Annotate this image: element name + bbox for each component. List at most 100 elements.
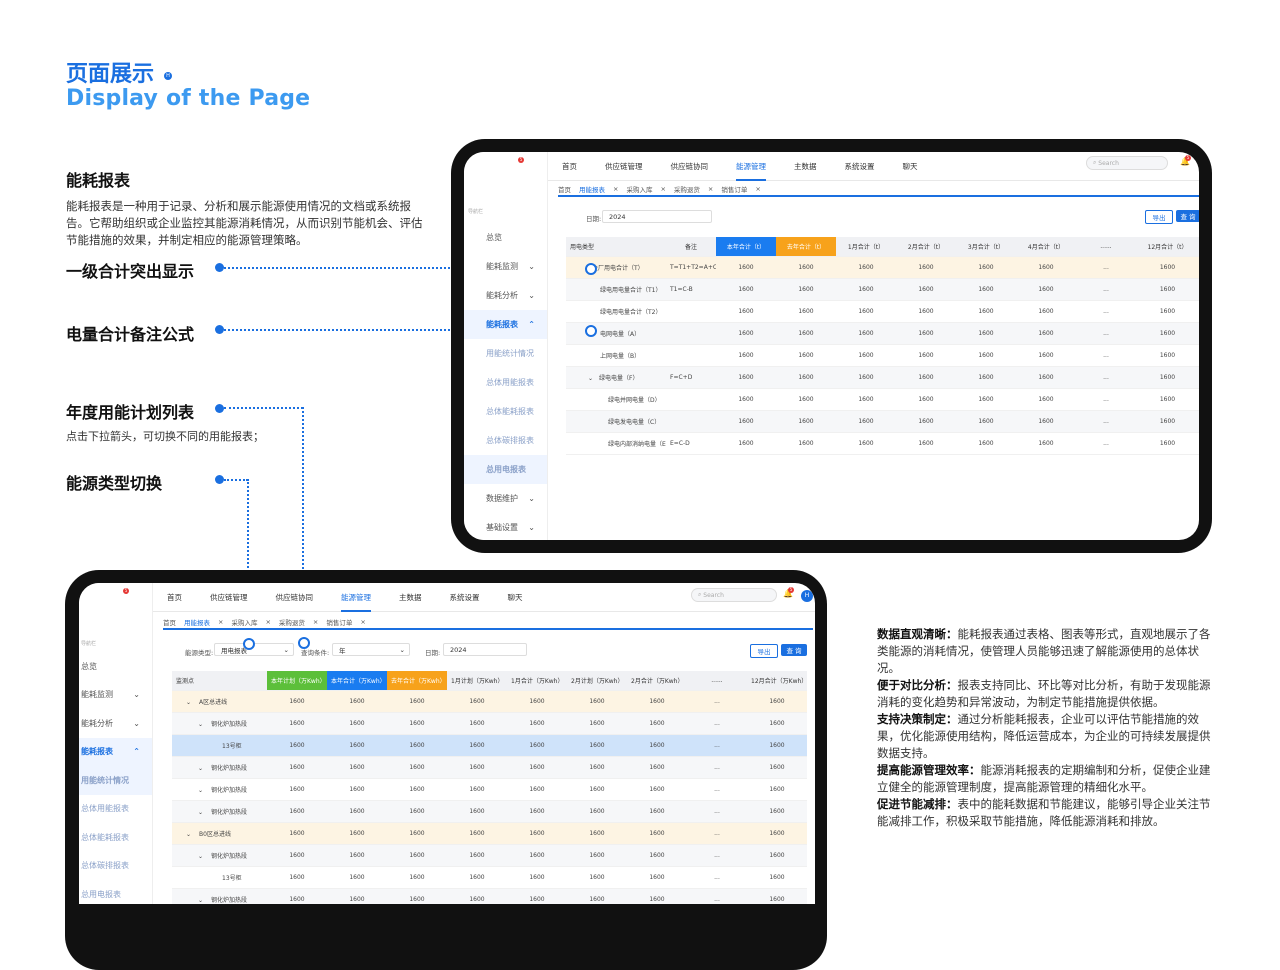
table-row[interactable]: 绿电内部消纳电量（E） E=C-D 1600 1600 1600 1600 1600 1600… xyxy=(566,432,1199,455)
cell-value: 1600 xyxy=(956,322,1016,345)
query-button-2[interactable]: 查 询 xyxy=(781,644,807,656)
sidebar-item[interactable]: 能耗分析 ⌄ xyxy=(79,709,152,738)
chevron-down-icon[interactable]: ⌄ xyxy=(198,809,203,816)
chevron-down-icon[interactable]: ⌄ xyxy=(198,853,203,860)
nav-item[interactable]: 供应链协同 xyxy=(671,161,709,172)
table-row[interactable]: ⌄ A区总进线 1600 1600 1600 1600 1600 1600 1600... 160… xyxy=(172,690,807,713)
cell-value: ... xyxy=(687,778,747,801)
nav-item[interactable]: 能源管理 xyxy=(341,592,371,612)
table-row[interactable]: 电网电量（A） 1600 1600 1600 1600 1600 1600... 1600 xyxy=(566,322,1199,345)
sidebar-item[interactable]: 总体用能报表 xyxy=(79,795,152,824)
tab-item[interactable]: 销售订单 xyxy=(721,184,747,194)
sidebar-item[interactable]: 能耗监测 ⌄ xyxy=(79,681,152,710)
sidebar-item[interactable]: 总体碳排报表 xyxy=(79,852,152,881)
nav-item[interactable]: 供应链协同 xyxy=(276,592,314,603)
table-row[interactable]: 13号柜 1600 1600 1600 1600 1600 1600 1600... 1600 xyxy=(172,866,807,889)
export-button[interactable]: 导出 xyxy=(1145,210,1173,224)
sidebar-item[interactable]: 用能统计情况 xyxy=(464,339,547,368)
close-icon[interactable]: × xyxy=(708,185,713,193)
cell-value: 1600 xyxy=(747,888,807,904)
tab-item[interactable]: 采购退货 xyxy=(279,617,305,627)
nav-item[interactable]: 首页 xyxy=(167,592,182,603)
nav-item[interactable]: 聊天 xyxy=(508,592,523,603)
cell-value: 1600 xyxy=(747,712,807,735)
cell-value: ... xyxy=(1076,432,1136,455)
chevron-down-icon[interactable]: ⌄ xyxy=(198,765,203,772)
sidebar-item[interactable]: 数据维护 ⌄ xyxy=(464,484,547,513)
table-row[interactable]: ⌄ 钢化炉加热段 1600 1600 1600 1600 1600 1600 1600... 16… xyxy=(172,712,807,735)
sidebar-item[interactable]: 总用电报表 xyxy=(79,880,152,904)
avatar[interactable]: H xyxy=(801,590,813,602)
cell-value: 1600 xyxy=(627,800,687,823)
chevron-down-icon[interactable]: ⌄ xyxy=(186,699,191,706)
close-icon[interactable]: × xyxy=(265,618,270,626)
sidebar-item[interactable]: 能耗监测 ⌄ xyxy=(464,252,547,281)
chevron-down-icon[interactable]: ⌄ xyxy=(198,721,203,728)
table-row[interactable]: ⌄ 钢化炉加热段 1600 1600 1600 1600 1600 1600 1600... 16… xyxy=(172,844,807,867)
sidebar-item[interactable]: 基础设置 ⌄ xyxy=(464,513,547,540)
tab-item[interactable]: 采购入库 xyxy=(626,184,652,194)
sidebar-item[interactable]: 总体能耗报表 xyxy=(464,397,547,426)
tab-item[interactable]: 首页 xyxy=(558,184,571,194)
sidebar-item[interactable]: 总体用能报表 xyxy=(464,368,547,397)
nav-item[interactable]: 首页 xyxy=(562,161,577,172)
table-row[interactable]: ⌄ 钢化炉加热段 1600 1600 1600 1600 1600 1600 1600... 16… xyxy=(172,800,807,823)
cell-value: 1600 xyxy=(747,690,807,713)
sidebar-item[interactable]: 总体能耗报表 xyxy=(79,823,152,852)
nav-item[interactable]: 能源管理 xyxy=(736,161,766,181)
table-row[interactable]: ⌄ 钢化炉加热段 1600 1600 1600 1600 1600 1600 1600... 16… xyxy=(172,756,807,779)
sidebar-item[interactable]: 总用电报表 xyxy=(464,455,547,484)
nav-item[interactable]: 主数据 xyxy=(794,161,817,172)
tab-item[interactable]: 采购入库 xyxy=(231,617,257,627)
close-icon[interactable]: × xyxy=(313,618,318,626)
cell-value: 1600 xyxy=(896,278,956,301)
tab-item[interactable]: 采购退货 xyxy=(674,184,700,194)
nav-item[interactable]: 供应链管理 xyxy=(210,592,248,603)
export-button-2[interactable]: 导出 xyxy=(750,644,778,658)
cell-value: 1600 xyxy=(447,800,507,823)
nav-item[interactable]: 系统设置 xyxy=(450,592,480,603)
chevron-down-icon[interactable]: ⌄ xyxy=(186,831,191,838)
nav-item[interactable]: 主数据 xyxy=(399,592,422,603)
table-row[interactable]: 上网电量（B） 1600 1600 1600 1600 1600 1600... 1600 xyxy=(566,344,1199,367)
table-row[interactable]: 绿电并网电量（D） 1600 1600 1600 1600 1600 1600... 1600 xyxy=(566,388,1199,411)
tab-item[interactable]: 用能报表 xyxy=(184,617,210,627)
search-input[interactable]: ⌕ Search xyxy=(1086,156,1168,170)
sidebar-item[interactable]: 能耗报表 ⌃ xyxy=(79,737,152,766)
tab-item[interactable]: 销售订单 xyxy=(326,617,352,627)
query-cond-select[interactable]: 年 ⌄ xyxy=(332,643,410,656)
date-input[interactable]: 2024 xyxy=(602,210,712,223)
sidebar-item[interactable]: 能耗报表 ⌃ xyxy=(464,310,547,339)
table-row[interactable]: ⌄ 钢化炉加热段 1600 1600 1600 1600 1600 1600 1600... 16… xyxy=(172,778,807,801)
table-row[interactable]: 绿电用电量合计（T2） 1600 1600 1600 1600 1600 1600... 16… xyxy=(566,300,1199,323)
table-row[interactable]: 13号柜 1600 1600 1600 1600 1600 1600 1600... 1600 xyxy=(172,734,807,757)
search-input-2[interactable]: ⌕ Search xyxy=(691,588,777,602)
sidebar-item[interactable]: 能耗分析 ⌄ xyxy=(464,281,547,310)
table-row[interactable]: 全厂用电合计（T）T=T1+T2=A+C-B160016001600160016… xyxy=(566,256,1199,279)
sidebar-item[interactable]: 总览 xyxy=(464,223,547,252)
close-icon[interactable]: × xyxy=(360,618,365,626)
chevron-down-icon[interactable]: ⌄ xyxy=(198,897,203,904)
table-row[interactable]: 绿电发电电量（C） 1600 1600 1600 1600 1600 1600... 1600 xyxy=(566,410,1199,433)
nav-item[interactable]: 系统设置 xyxy=(845,161,875,172)
cell-value: ... xyxy=(687,888,747,904)
tab-item[interactable]: 首页 xyxy=(163,617,176,627)
close-icon[interactable]: × xyxy=(218,618,223,626)
close-icon[interactable]: × xyxy=(755,185,760,193)
close-icon[interactable]: × xyxy=(613,185,618,193)
table-row[interactable]: ⌄ 钢化炉加热段 1600 1600 1600 1600 1600 1600 1600... 16… xyxy=(172,888,807,904)
chevron-down-icon[interactable]: ⌄ xyxy=(198,787,203,794)
query-button[interactable]: 查 询 xyxy=(1176,210,1199,222)
nav-item[interactable]: 供应链管理 xyxy=(605,161,643,172)
table-row[interactable]: ⌄ 绿电电量（F） F=C+D 1600 1600 1600 1600 1600 1600...… xyxy=(566,366,1199,389)
close-icon[interactable]: × xyxy=(660,185,665,193)
tab-item[interactable]: 用能报表 xyxy=(579,184,605,194)
sidebar-item[interactable]: 总体碳排报表 xyxy=(464,426,547,455)
sidebar-item[interactable]: 用能统计情况 xyxy=(79,766,152,795)
table-row[interactable]: ⌄ B0区总进线 1600 1600 1600 1600 1600 1600 1600... 16… xyxy=(172,822,807,845)
date-input-2[interactable]: 2024 xyxy=(443,643,527,656)
table-row[interactable]: 绿电用电量合计（T1） T1=C-B 1600 1600 1600 1600 1600 160… xyxy=(566,278,1199,301)
nav-item[interactable]: 聊天 xyxy=(903,161,918,172)
chevron-down-icon[interactable]: ⌄ xyxy=(588,375,593,382)
sidebar-item[interactable]: 总览 xyxy=(79,652,152,681)
